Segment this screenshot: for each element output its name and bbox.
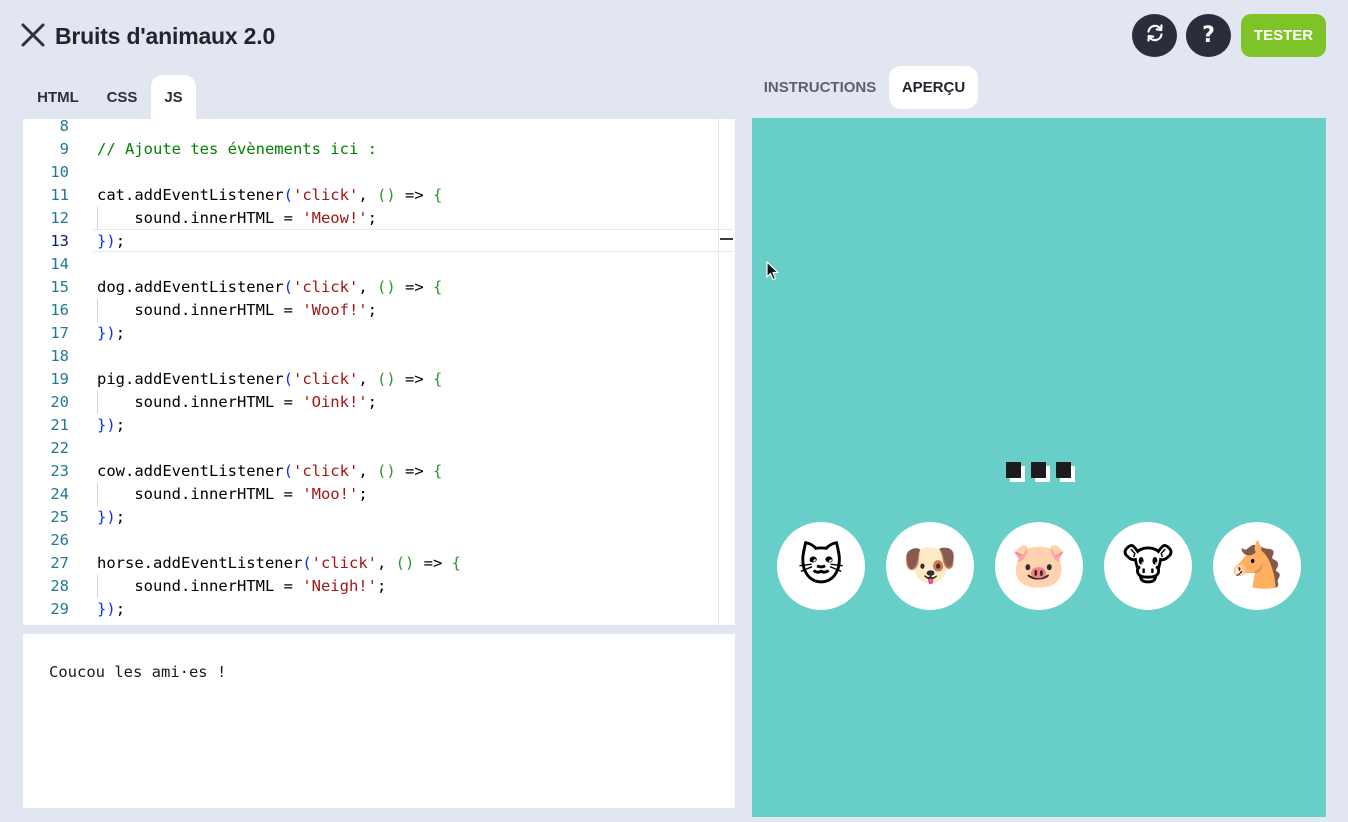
horse-icon: 🐴	[1229, 540, 1285, 591]
code-line[interactable]: 29});	[23, 598, 713, 621]
code-line[interactable]: 17});	[23, 322, 713, 345]
page-title: Bruits d'animaux 2.0	[55, 23, 276, 49]
code-text: sound.innerHTML = 'Neigh!';	[97, 577, 387, 595]
code-line[interactable]: 22	[23, 437, 713, 460]
dog-button[interactable]: 🐶	[886, 522, 974, 610]
line-number: 19	[50, 370, 69, 388]
preview-panel: 🐱 🐶 🐷 🐮 🐴	[752, 118, 1326, 817]
help-button[interactable]: ?	[1186, 14, 1231, 57]
missing-glyph	[1030, 462, 1050, 482]
line-number: 15	[50, 278, 69, 296]
tab-html[interactable]: HTML	[23, 75, 93, 119]
code-text: cow.addEventListener('click', () => {	[97, 462, 443, 480]
line-number: 22	[50, 439, 69, 457]
refresh-icon	[1145, 23, 1165, 48]
dog-icon: 🐶	[902, 540, 958, 591]
code-line[interactable]: 13});	[23, 230, 713, 253]
line-number: 10	[50, 163, 69, 181]
help-label: ?	[1202, 23, 1215, 48]
line-number: 28	[50, 577, 69, 595]
code-text: });	[97, 232, 126, 250]
code-editor[interactable]: 8 9 // Ajoute tes évènements ici : 10 11 cat.…	[23, 119, 735, 625]
pig-icon: 🐷	[1011, 540, 1067, 591]
code-line[interactable]: 25});	[23, 506, 713, 529]
line-number: 11	[50, 186, 69, 204]
code-text: sound.innerHTML = 'Oink!';	[97, 393, 377, 411]
scroll-position-marker[interactable]	[720, 238, 733, 240]
code-line[interactable]: 20 sound.innerHTML = 'Oink!';	[23, 391, 713, 414]
line-number: 21	[50, 416, 69, 434]
line-number: 13	[50, 232, 69, 250]
tab-instructions[interactable]: INSTRUCTIONS	[752, 66, 888, 109]
code-text: });	[97, 324, 126, 342]
code-line[interactable]: 10	[23, 161, 713, 184]
line-number: 17	[50, 324, 69, 342]
sound-display	[752, 462, 1326, 486]
tester-button[interactable]: TESTER	[1241, 14, 1326, 57]
code-line[interactable]: 28 sound.innerHTML = 'Neigh!';	[23, 575, 713, 598]
code-text: });	[97, 416, 126, 434]
code-line[interactable]: 24 sound.innerHTML = 'Moo!';	[23, 483, 713, 506]
code-text: sound.innerHTML = 'Meow!';	[97, 209, 377, 227]
console-output: Coucou les ami·es !	[49, 663, 227, 681]
pig-button[interactable]: 🐷	[995, 522, 1083, 610]
mouse-cursor-icon	[766, 261, 779, 281]
cow-button[interactable]: 🐮	[1104, 522, 1192, 610]
code-text: pig.addEventListener('click', () => {	[97, 370, 443, 388]
code-text: sound.innerHTML = 'Moo!';	[97, 485, 368, 503]
code-line[interactable]: 14	[23, 253, 713, 276]
line-number: 25	[50, 508, 69, 526]
code-line[interactable]: 27 horse.addEventListener('click', () => …	[23, 552, 713, 575]
code-text: horse.addEventListener('click', () => {	[97, 554, 461, 572]
line-number: 24	[50, 485, 69, 503]
close-icon[interactable]	[20, 22, 46, 48]
code-text: dog.addEventListener('click', () => {	[97, 278, 443, 296]
line-number: 14	[50, 255, 69, 273]
code-line[interactable]: 19 pig.addEventListener('click', () => {	[23, 368, 713, 391]
code-text: });	[97, 508, 126, 526]
line-number: 26	[50, 531, 69, 549]
line-number: 12	[50, 209, 69, 227]
cat-button[interactable]: 🐱	[777, 522, 865, 610]
code-text: });	[97, 600, 126, 618]
line-number: 16	[50, 301, 69, 319]
cow-icon: 🐮	[1121, 540, 1175, 591]
code-line[interactable]: 23 cow.addEventListener('click', () => {	[23, 460, 713, 483]
cat-icon: 🐱	[798, 540, 844, 591]
code-line[interactable]: 18	[23, 345, 713, 368]
tab-css[interactable]: CSS	[95, 75, 149, 119]
code-line[interactable]: 26	[23, 529, 713, 552]
line-number: 8	[59, 119, 69, 135]
code-line[interactable]: 11 cat.addEventListener('click', () => {	[23, 184, 713, 207]
code-line[interactable]: 15 dog.addEventListener('click', () => {	[23, 276, 713, 299]
tab-js[interactable]: JS	[151, 75, 196, 119]
code-text: cat.addEventListener('click', () => {	[97, 186, 443, 204]
line-number: 9	[59, 140, 69, 158]
code-line[interactable]: 8	[23, 119, 713, 138]
code-line[interactable]: 12 sound.innerHTML = 'Meow!';	[23, 207, 713, 230]
console-panel: Coucou les ami·es !	[23, 634, 735, 808]
line-number: 20	[50, 393, 69, 411]
horse-button[interactable]: 🐴	[1213, 522, 1301, 610]
code-text: // Ajoute tes évènements ici :	[97, 140, 377, 158]
editor-overview-ruler	[718, 119, 719, 625]
tab-apercu[interactable]: APERÇU	[889, 66, 978, 109]
code-line[interactable]: 9 // Ajoute tes évènements ici :	[23, 138, 713, 161]
line-number: 18	[50, 347, 69, 365]
line-number: 29	[50, 600, 69, 618]
missing-glyph	[1005, 462, 1025, 482]
line-number: 27	[50, 554, 69, 572]
missing-glyph	[1055, 462, 1075, 482]
code-line[interactable]: 16 sound.innerHTML = 'Woof!';	[23, 299, 713, 322]
line-number: 23	[50, 462, 69, 480]
reset-button[interactable]	[1132, 14, 1177, 57]
code-text: sound.innerHTML = 'Woof!';	[97, 301, 377, 319]
code-line[interactable]: 21});	[23, 414, 713, 437]
